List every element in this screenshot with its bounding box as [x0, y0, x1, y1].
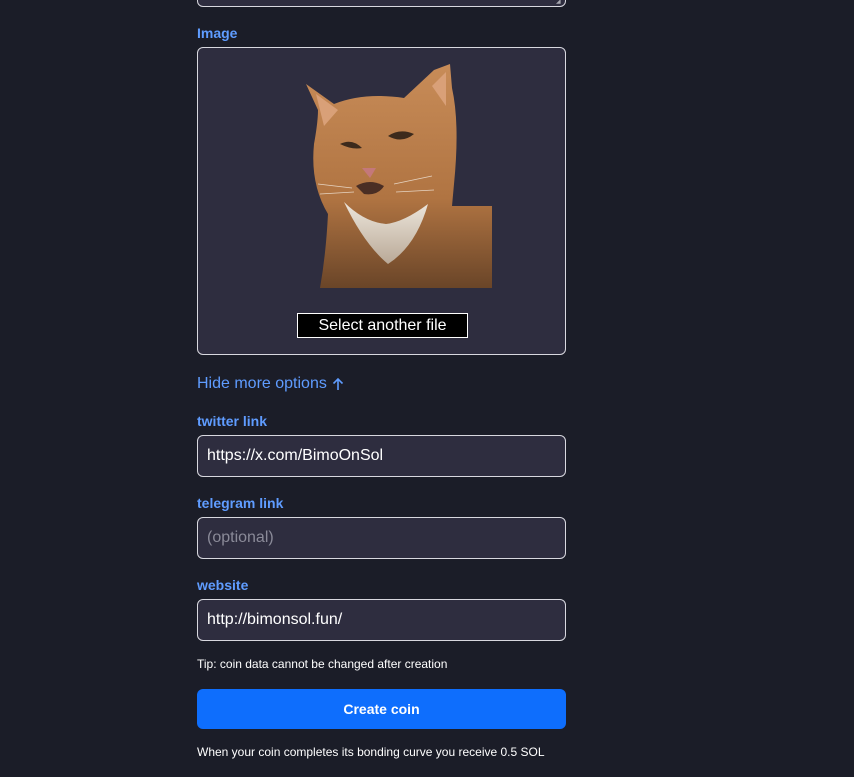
bonding-curve-note: When your coin completes its bonding cur…	[197, 745, 545, 759]
image-label: Image	[197, 25, 238, 41]
arrow-up-icon	[332, 377, 343, 390]
create-coin-button[interactable]: Create coin	[197, 689, 566, 729]
telegram-link-label: telegram link	[197, 495, 284, 511]
telegram-link-input[interactable]: (optional)	[197, 517, 566, 559]
description-textarea[interactable]: ◢	[197, 0, 566, 7]
resize-handle-icon[interactable]: ◢	[556, 0, 563, 5]
twitter-link-input[interactable]: https://x.com/BimoOnSol	[197, 435, 566, 477]
uploaded-cat-image	[306, 64, 492, 288]
website-input[interactable]: http://bimonsol.fun/	[197, 599, 566, 641]
select-another-file-button[interactable]: Select another file	[297, 313, 468, 338]
tip-text: Tip: coin data cannot be changed after c…	[197, 657, 448, 671]
image-upload-area[interactable]: Select another file	[197, 47, 566, 355]
hide-more-options-link[interactable]: Hide more options	[197, 373, 344, 395]
create-coin-form: ◢ Image Select another file Hide more op…	[197, 0, 566, 777]
twitter-link-label: twitter link	[197, 413, 268, 429]
website-label: website	[197, 577, 249, 593]
hide-more-options-label: Hide more options	[197, 375, 327, 392]
